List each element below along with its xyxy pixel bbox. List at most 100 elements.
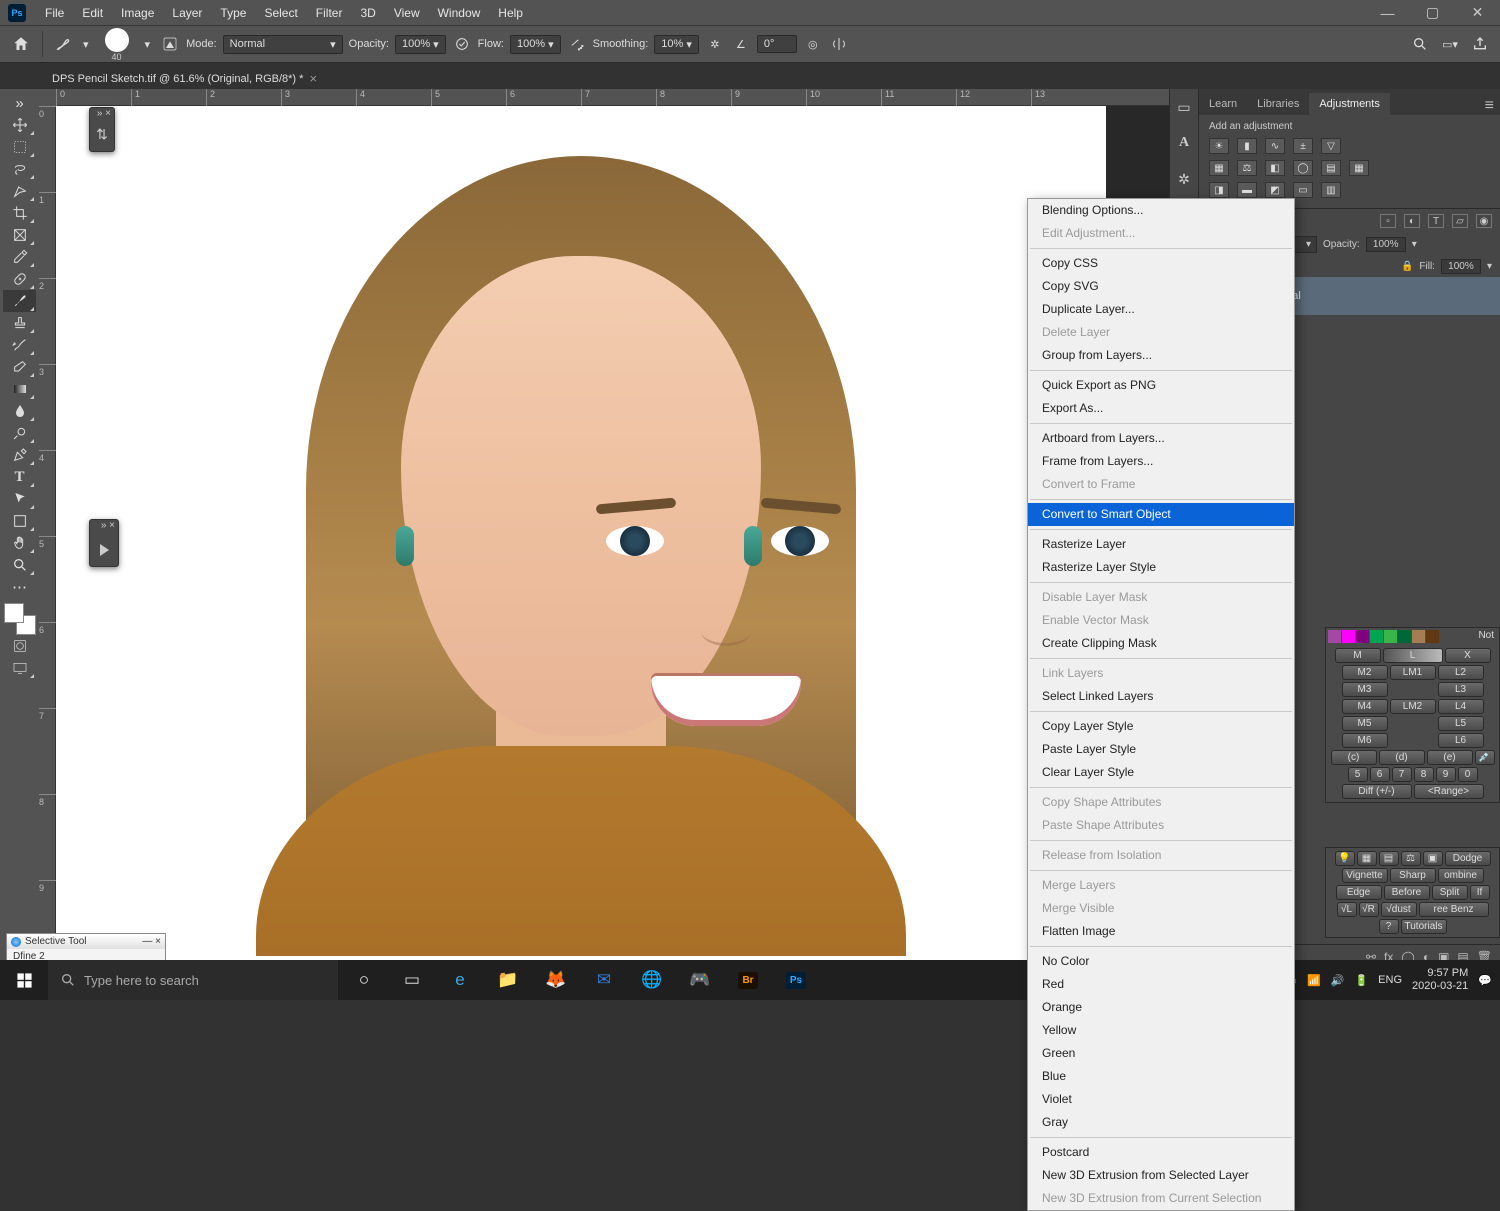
ctx-select-linked-layers[interactable]: Select Linked Layers <box>1028 685 1294 708</box>
balance-adj-icon[interactable]: ⚖ <box>1237 160 1257 176</box>
quick-mask-icon[interactable] <box>3 635 36 657</box>
type-tool[interactable]: T <box>3 466 36 488</box>
crop2-icon[interactable]: ▣ <box>1423 851 1443 866</box>
panel-menu-icon[interactable]: ≡ <box>1479 97 1500 115</box>
menu-view[interactable]: View <box>385 6 429 20</box>
ctx-group-from-layers[interactable]: Group from Layers... <box>1028 344 1294 367</box>
menu-3d[interactable]: 3D <box>351 6 384 20</box>
brightness-adj-icon[interactable]: ☀ <box>1209 138 1229 154</box>
close-button[interactable]: ✕ <box>1455 0 1500 25</box>
invert-adj-icon[interactable]: ◨ <box>1209 182 1229 198</box>
posterize-adj-icon[interactable]: ▬ <box>1237 182 1257 198</box>
gradient-map-adj-icon[interactable]: ▭ <box>1293 182 1313 198</box>
threshold-adj-icon[interactable]: ◩ <box>1265 182 1285 198</box>
color-swatch-row[interactable]: Not <box>1326 628 1499 645</box>
screen-mode-icon[interactable] <box>3 657 36 679</box>
hue-adj-icon[interactable]: ▦ <box>1209 160 1229 176</box>
volume-icon[interactable]: 🔊 <box>1331 974 1345 987</box>
taskbar-search[interactable]: Type here to search <box>48 960 338 1000</box>
pen-tool[interactable] <box>3 444 36 466</box>
bulb-icon[interactable]: 💡 <box>1335 851 1355 866</box>
selective-color-adj-icon[interactable]: ▥ <box>1321 182 1341 198</box>
ctx-flatten-image[interactable]: Flatten Image <box>1028 920 1294 943</box>
shape-tool[interactable] <box>3 510 36 532</box>
menu-select[interactable]: Select <box>255 6 306 20</box>
layers-icon[interactable]: ▤ <box>1379 851 1399 866</box>
filter-pixel-icon[interactable]: ▫ <box>1380 214 1396 228</box>
tab-learn[interactable]: Learn <box>1199 93 1247 115</box>
filter-adj-icon[interactable]: ◐ <box>1404 214 1420 228</box>
explorer-icon[interactable]: 📁 <box>486 960 530 1000</box>
filter-shape-icon[interactable]: ▱ <box>1452 214 1468 228</box>
smoothing-input[interactable]: 10% ▾ <box>654 35 699 54</box>
minimize-button[interactable]: — <box>1365 0 1410 25</box>
menu-layer[interactable]: Layer <box>163 6 211 20</box>
brush-preview[interactable] <box>105 28 129 52</box>
ctx-artboard-from-layers[interactable]: Artboard from Layers... <box>1028 427 1294 450</box>
ctx-convert-to-smart-object[interactable]: Convert to Smart Object <box>1028 503 1294 526</box>
brush-tool-icon[interactable] <box>53 34 73 54</box>
system-clock[interactable]: 9:57 PM 2020-03-21 <box>1412 967 1468 993</box>
notifications-icon[interactable]: 💬 <box>1478 974 1492 987</box>
frame-tool[interactable] <box>3 224 36 246</box>
ctx-new-3d-extrusion-from-selected-layer[interactable]: New 3D Extrusion from Selected Layer <box>1028 1164 1294 1187</box>
brush-panel-icon[interactable] <box>160 34 180 54</box>
stamp-tool[interactable] <box>3 312 36 334</box>
angle-input[interactable]: 0° <box>757 35 797 53</box>
photoshop-icon[interactable]: Ps <box>774 960 818 1000</box>
collapsed-panel-1[interactable]: » ×⇅ <box>89 107 115 152</box>
crop-tool[interactable] <box>3 202 36 224</box>
filter-smart-icon[interactable]: ◉ <box>1476 214 1492 228</box>
ctx-gray[interactable]: Gray <box>1028 1111 1294 1134</box>
lut-adj-icon[interactable]: ▦ <box>1349 160 1369 176</box>
marquee-tool[interactable] <box>3 136 36 158</box>
ctx-copy-css[interactable]: Copy CSS <box>1028 252 1294 275</box>
ctx-orange[interactable]: Orange <box>1028 996 1294 1019</box>
pressure-size-icon[interactable]: ◎ <box>803 34 823 54</box>
quick-select-tool[interactable] <box>3 180 36 202</box>
history-brush-tool[interactable] <box>3 334 36 356</box>
menu-edit[interactable]: Edit <box>73 6 112 20</box>
foreground-color[interactable] <box>4 603 24 623</box>
workspace-icon[interactable]: ▭▾ <box>1440 34 1460 54</box>
path-select-tool[interactable] <box>3 488 36 510</box>
ctx-rasterize-layer-style[interactable]: Rasterize Layer Style <box>1028 556 1294 579</box>
tab-libraries[interactable]: Libraries <box>1247 93 1309 115</box>
layer-fill-input[interactable]: 100% <box>1441 259 1481 274</box>
ctx-paste-layer-style[interactable]: Paste Layer Style <box>1028 738 1294 761</box>
eraser-tool[interactable] <box>3 356 36 378</box>
ctx-export-as[interactable]: Export As... <box>1028 397 1294 420</box>
eyedropper-tool[interactable] <box>3 246 36 268</box>
ctx-quick-export-as-png[interactable]: Quick Export as PNG <box>1028 374 1294 397</box>
vibrance-adj-icon[interactable]: ▽ <box>1321 138 1341 154</box>
menu-type[interactable]: Type <box>211 6 255 20</box>
lasso-tool[interactable] <box>3 158 36 180</box>
mixer-adj-icon[interactable]: ▤ <box>1321 160 1341 176</box>
ruler-origin[interactable] <box>39 89 56 106</box>
ctx-postcard[interactable]: Postcard <box>1028 1141 1294 1164</box>
ctx-copy-svg[interactable]: Copy SVG <box>1028 275 1294 298</box>
layer-opacity-input[interactable]: 100% <box>1366 237 1406 252</box>
collapse-icon[interactable]: » <box>3 92 36 114</box>
ctx-no-color[interactable]: No Color <box>1028 950 1294 973</box>
ctx-blue[interactable]: Blue <box>1028 1065 1294 1088</box>
blend-mode-select[interactable]: Normal▾ <box>223 35 343 54</box>
brush-tool[interactable] <box>3 290 36 312</box>
tab-close-icon[interactable]: × <box>309 71 317 86</box>
ctx-frame-from-layers[interactable]: Frame from Layers... <box>1028 450 1294 473</box>
collapsed-panel-2[interactable]: » × <box>89 519 119 567</box>
symmetry-icon[interactable] <box>829 34 849 54</box>
flow-input[interactable]: 100% ▾ <box>510 35 561 54</box>
chrome-icon[interactable]: 🌐 <box>630 960 674 1000</box>
edge-icon[interactable]: e <box>438 960 482 1000</box>
ctx-violet[interactable]: Violet <box>1028 1088 1294 1111</box>
levels-adj-icon[interactable]: ▮ <box>1237 138 1257 154</box>
balance-icon[interactable]: ⚖ <box>1401 851 1421 866</box>
document-canvas[interactable] <box>56 106 1106 968</box>
opacity-input[interactable]: 100% ▾ <box>395 35 446 54</box>
history-panel-icon[interactable]: ▭ <box>1174 97 1194 117</box>
ctx-copy-layer-style[interactable]: Copy Layer Style <box>1028 715 1294 738</box>
tab-adjustments[interactable]: Adjustments <box>1309 93 1390 115</box>
blur-tool[interactable] <box>3 400 36 422</box>
healing-tool[interactable] <box>3 268 36 290</box>
